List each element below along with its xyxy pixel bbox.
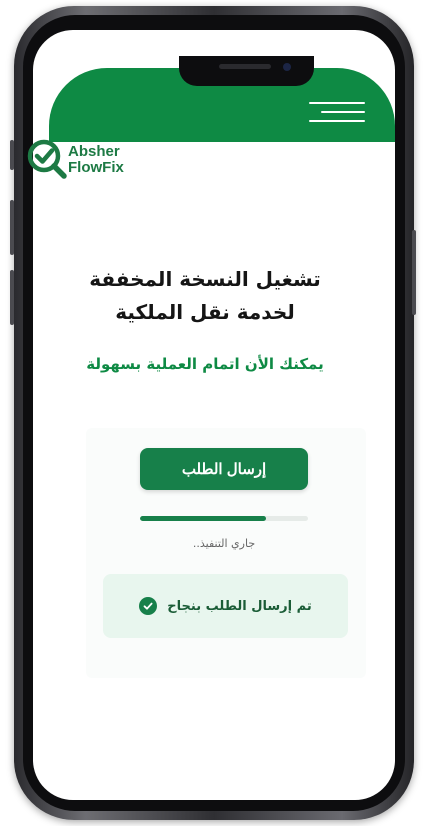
side-button-left-1 xyxy=(10,140,14,170)
side-button-left-2 xyxy=(10,200,14,255)
logo-line-1: Absher xyxy=(68,143,120,160)
success-text: تم إرسال الطلب بنجاح xyxy=(167,598,312,614)
title-line-2: لخدمة نقل الملكية xyxy=(115,300,295,324)
progress-bar xyxy=(140,516,308,521)
success-message-box: تم إرسال الطلب بنجاح xyxy=(103,574,348,638)
speaker-grille xyxy=(219,64,271,69)
page-title: تشغيل النسخة المخففة لخدمة نقل الملكية xyxy=(40,263,370,329)
status-text: جاري التنفيذ.. xyxy=(192,537,256,550)
submit-request-button[interactable]: إرسال الطلب xyxy=(140,448,308,490)
magnifier-check-icon xyxy=(27,139,67,179)
side-button-right xyxy=(412,230,416,315)
title-line-1: تشغيل النسخة المخففة xyxy=(89,267,321,291)
check-circle-icon xyxy=(139,597,158,615)
progress-fill xyxy=(140,516,266,521)
app-logo: Absher FlowFix xyxy=(24,134,184,184)
logo-line-2: FlowFix xyxy=(68,159,124,176)
logo-text: Absher FlowFix xyxy=(68,144,124,176)
hamburger-menu-icon[interactable] xyxy=(309,102,365,130)
side-button-left-3 xyxy=(10,270,14,325)
phone-notch xyxy=(179,56,314,86)
page-subtitle: يمكنك الأن اتمام العملية بسهولة xyxy=(86,355,324,373)
front-camera xyxy=(283,63,291,71)
